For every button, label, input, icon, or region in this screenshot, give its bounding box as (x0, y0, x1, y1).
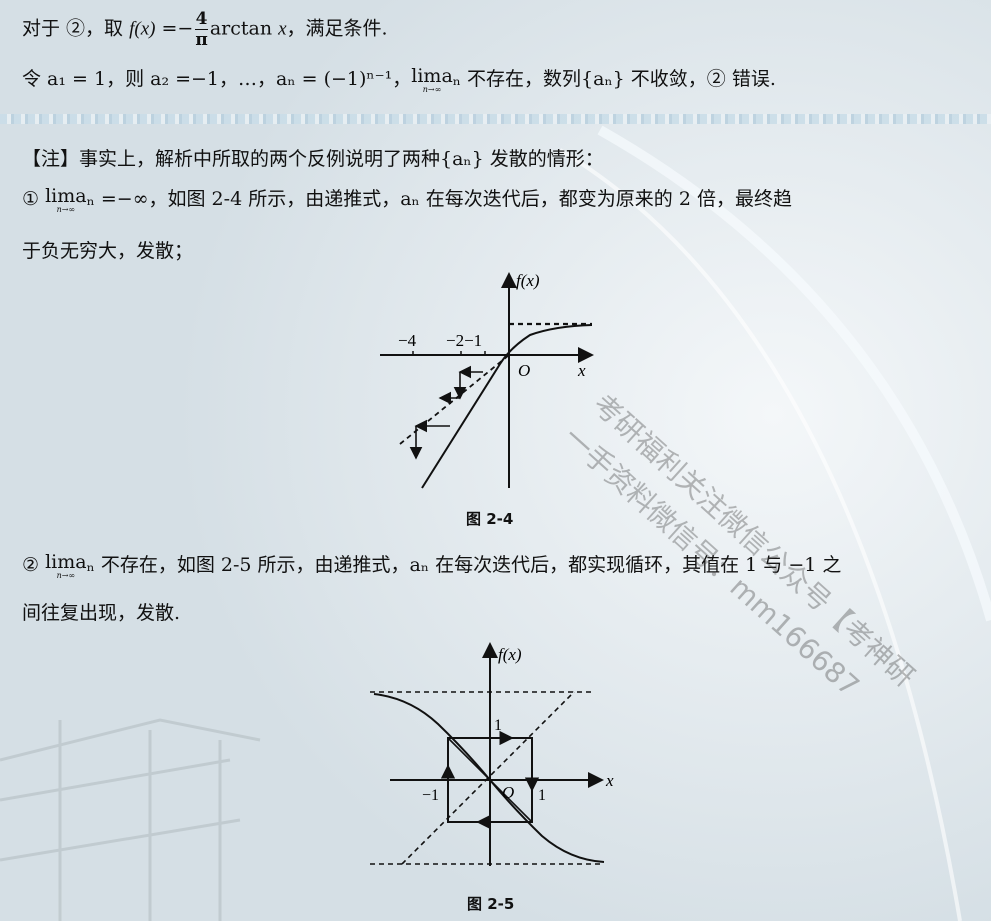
tick-label-minus-2-minus-1: −2−1 (446, 331, 482, 350)
limit-text: lima (45, 551, 87, 573)
limit-text: lima (411, 65, 453, 87)
tick-label-x-1: 1 (538, 787, 546, 804)
text-segment: ₙ 不存在，数列{aₙ} 不收敛，② 错误. (452, 68, 776, 90)
fraction: 4π (195, 9, 208, 50)
fraction-numerator: 4 (195, 9, 208, 29)
tick-label-x-minus-1: −1 (422, 787, 439, 804)
text-segment: 令 a₁ = 1，则 a₂ =−1，…，aₙ = (−1)ⁿ⁻¹， (22, 68, 412, 90)
limit-subscript: n→∞ (56, 571, 76, 580)
figure-2-5-caption: 图 2-5 (467, 895, 515, 913)
limit-subscript: n→∞ (56, 205, 76, 214)
math-fx: f(x) (129, 18, 156, 40)
math-x: x (278, 18, 287, 40)
tick-label-y-1: 1 (494, 717, 502, 734)
fraction-denominator: π (195, 30, 208, 50)
note-text: 【注】事实上，解析中所取的两个反例说明了两种{aₙ} 发散的情形： (22, 148, 604, 170)
note-text: ₙ =−∞，如图 2-4 所示，由递推式，aₙ 在每次迭代后，都变为原来的 2 … (86, 188, 792, 210)
figure-2-4-caption: 图 2-4 (466, 510, 514, 528)
limit-expression: lima n→∞ (411, 66, 453, 94)
limit-expression: lima n→∞ (45, 186, 87, 214)
note-line-5: 间往复出现，发散. (22, 600, 180, 626)
limit-text: lima (45, 185, 87, 207)
solution-line-2: 令 a₁ = 1，则 a₂ =−1，…，aₙ = (−1)ⁿ⁻¹，lima n→∞… (22, 66, 776, 94)
circled-number: ① (22, 188, 40, 210)
text-segment: 对于 ②，取 (22, 17, 130, 40)
note-text: 间往复出现，发散. (22, 602, 181, 624)
note-line-2: ① lima n→∞ ₙ =−∞，如图 2-4 所示，由递推式，aₙ 在每次迭代后，… (22, 186, 792, 214)
origin-label: O (502, 783, 514, 802)
x-axis-label: x (605, 771, 614, 790)
y-axis-label: f(x) (498, 645, 522, 664)
limit-expression: lima n→∞ (45, 552, 87, 580)
limit-subscript: n→∞ (422, 85, 442, 94)
figure-2-5: f(x) x O 1 −1 1 (370, 642, 614, 866)
text-segment: arctan (209, 17, 279, 40)
text-segment: ，满足条件. (286, 17, 388, 40)
note-line-3: 于负无穷大，发散； (22, 238, 193, 264)
note-line-1: 【注】事实上，解析中所取的两个反例说明了两种{aₙ} 发散的情形： (22, 146, 604, 172)
x-axis-label: x (577, 361, 586, 380)
tick-label-minus-4: −4 (398, 331, 417, 350)
section-divider (0, 114, 991, 124)
y-axis-label: f(x) (516, 271, 540, 290)
page-content: 对于 ②，取 f(x) =− 4 π arctan x，满足条件. 令 a₁ = 1，… (0, 0, 991, 921)
solution-line-1: 对于 ②，取 f(x) =− 4 π arctan x，满足条件. (22, 10, 388, 49)
note-text: 于负无穷大，发散； (22, 240, 194, 262)
origin-label: O (518, 361, 530, 380)
text-segment: =− (155, 17, 194, 40)
circled-number: ② (22, 554, 40, 576)
